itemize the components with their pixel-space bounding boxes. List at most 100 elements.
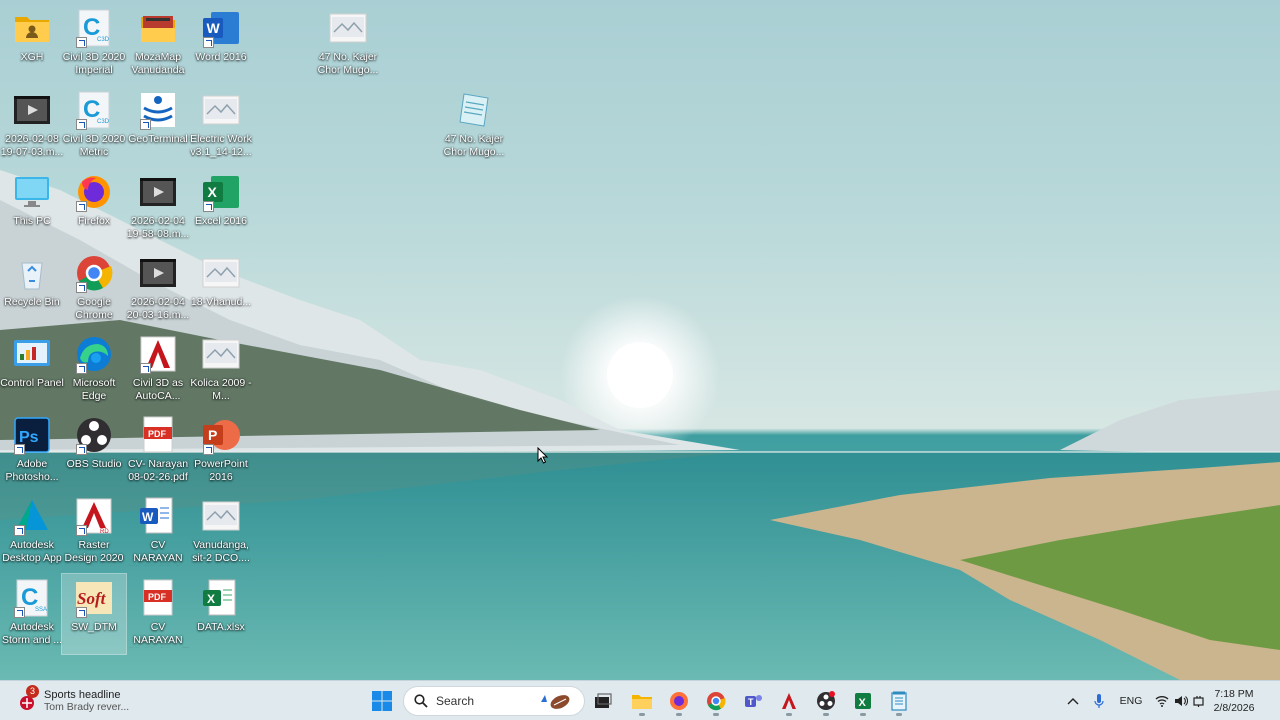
desktop-icon-label: MozaMap Vanudanda xyxy=(131,51,185,76)
desktop-icon-label: Raster Design 2020 on Aut... xyxy=(64,539,124,566)
desktop-icon[interactable]: 47 No. Kajer Chor Mugo... xyxy=(316,4,380,84)
desktop-icon[interactable]: C C3D Civil 3D 2020 Imperial xyxy=(62,4,126,84)
excel-icon: X xyxy=(201,172,241,212)
desktop-icon[interactable]: Civil 3D as AutoCA... xyxy=(126,330,190,410)
news-widget[interactable]: 3 Sports headline Tom Brady rever... xyxy=(16,685,156,717)
clock[interactable]: 7:18 PM 2/8/2026 xyxy=(1204,685,1264,717)
quick-settings-button[interactable] xyxy=(1152,685,1208,717)
svg-text:RD: RD xyxy=(100,529,109,535)
taskbar-file-explorer[interactable] xyxy=(626,685,658,717)
desktop-icon[interactable]: Firefox xyxy=(62,168,126,248)
desktop-icon[interactable]: 2026-02-04 19-58-08.m... xyxy=(126,168,190,248)
desktop-icon[interactable]: P PowerPoint 2016 xyxy=(189,411,253,491)
desktop-icon[interactable]: Google Chrome xyxy=(62,249,126,329)
image-file-icon xyxy=(201,496,241,536)
image-file-icon xyxy=(201,90,241,130)
desktop-icon-label: 47 No. Kajer Chor Mugo... xyxy=(317,51,379,76)
taskbar-notepad[interactable] xyxy=(883,685,915,717)
desktop-icon-label: Civil 3D as AutoCA... xyxy=(132,377,184,402)
start-button[interactable] xyxy=(366,685,398,717)
desktop-icon[interactable]: XGH xyxy=(0,4,64,84)
desktop-icon[interactable]: C SSA Autodesk Storm and ... xyxy=(0,574,64,654)
desktop-icon[interactable]: Vanudanga, sit-2 DCO.... xyxy=(189,492,253,572)
desktop-icon-label: 2026-02-04 19-58-08.m... xyxy=(126,215,190,240)
desktop-icon[interactable]: This PC xyxy=(0,168,64,248)
volume-icon xyxy=(1175,696,1188,706)
edge-icon xyxy=(74,334,114,374)
desktop-icon[interactable]: Autodesk Desktop App xyxy=(0,492,64,572)
desktop-icon[interactable]: Recycle Bin xyxy=(0,249,64,329)
svg-text:C3D: C3D xyxy=(97,119,110,125)
notepad-file-icon xyxy=(454,90,494,130)
news-headline: Sports headline xyxy=(44,689,121,701)
desktop-icon[interactable]: X DATA.xlsx xyxy=(189,574,253,654)
taskbar-firefox[interactable] xyxy=(663,685,695,717)
desktop-icon[interactable]: 47 No. Kajer Chor Mugo... xyxy=(442,86,506,166)
excel-icon: X xyxy=(855,693,871,709)
taskbar-autocad[interactable] xyxy=(773,685,805,717)
desktop-icon-label: CV NARAYAN 20-01-26.pdf xyxy=(128,621,188,648)
taskbar-teams[interactable]: T xyxy=(737,685,769,717)
taskbar-excel[interactable]: X xyxy=(847,685,879,717)
word-icon: W xyxy=(201,8,241,48)
microphone-icon xyxy=(1094,694,1104,708)
desktop-icon[interactable]: 18-Vhanud... xyxy=(189,249,253,329)
teams-icon: T xyxy=(745,695,762,707)
desktop-icon[interactable]: Control Panel xyxy=(0,330,64,410)
firefox-icon xyxy=(670,692,688,710)
taskbar: 3 Sports headline Tom Brady rever... Sea… xyxy=(0,680,1280,720)
desktop-icon[interactable]: PDF CV NARAYAN 20-01-26.pdf xyxy=(126,574,190,654)
desktop-icon-label: Civil 3D 2020 Imperial xyxy=(62,51,126,76)
svg-text:PDF: PDF xyxy=(148,592,167,602)
desktop-icon[interactable]: 2026-02-04 20-03-16.m... xyxy=(126,249,190,329)
geoterminal-icon xyxy=(138,90,178,130)
task-view-button[interactable] xyxy=(587,685,619,717)
desktop-icon[interactable]: C C3D Civil 3D 2020 Metric xyxy=(62,86,126,166)
language-indicator[interactable]: ENG xyxy=(1116,685,1146,717)
desktop-icon[interactable]: OBS Studio xyxy=(62,411,126,491)
search-icon xyxy=(414,694,428,708)
svg-text:C3D: C3D xyxy=(97,37,110,43)
desktop-icon[interactable]: 2026-02-08 19-07-03.m... xyxy=(0,86,64,166)
desktop-icon-label: 47 No. Kajer Chor Mugo... xyxy=(443,133,505,158)
desktop-icon[interactable]: Microsoft Edge xyxy=(62,330,126,410)
svg-text:W: W xyxy=(142,510,154,524)
taskbar-obs[interactable] xyxy=(810,685,842,717)
task-view-icon xyxy=(595,693,612,708)
video-file-icon xyxy=(138,253,178,293)
desktop-icon-label: SW_DTM xyxy=(71,621,117,633)
civil3d-icon: C C3D xyxy=(74,90,114,130)
folder-image-icon xyxy=(138,8,178,48)
obs-icon xyxy=(74,415,114,455)
desktop-icon[interactable]: RD Raster Design 2020 on Aut... xyxy=(62,492,126,572)
wifi-icon xyxy=(1155,696,1169,707)
desktop-icon[interactable]: Kolica 2009 -M... xyxy=(189,330,253,410)
svg-text:SSA: SSA xyxy=(35,607,47,613)
desktop-icon-label: Word 2016 xyxy=(195,51,247,63)
taskbar-chrome[interactable] xyxy=(700,685,732,717)
desktop-icon-label: 2026-02-04 20-03-16.m... xyxy=(126,296,190,321)
mouse-cursor-icon xyxy=(537,447,549,464)
clock-time: 7:18 PM xyxy=(1214,688,1254,700)
image-file-icon xyxy=(201,334,241,374)
desktop-icon-label: Autodesk Desktop App xyxy=(2,539,62,564)
desktop-icon[interactable]: X Excel 2016 xyxy=(189,168,253,248)
desktop-icon[interactable]: PDF CV- Narayan 08-02-26.pdf xyxy=(126,411,190,491)
control-panel-icon xyxy=(12,334,52,374)
desktop-icon[interactable]: MozaMap Vanudanda xyxy=(126,4,190,84)
desktop-icon[interactable]: W Word 2016 xyxy=(189,4,253,84)
pdf-icon: PDF xyxy=(138,415,178,455)
desktop-icon-label: Electric Work v3.1_14-12... xyxy=(190,133,252,158)
microphone-button[interactable] xyxy=(1090,685,1108,717)
autocad-icon xyxy=(782,693,796,709)
desktop-icon[interactable]: Ps Adobe Photosho... xyxy=(0,411,64,491)
desktop-icon-label: 2026-02-08 19-07-03.m... xyxy=(0,133,64,158)
chrome-icon xyxy=(707,692,726,711)
desktop-icon[interactable]: W CV NARAYAN 20-01-26.d... xyxy=(126,492,190,572)
desktop-icon[interactable]: Electric Work v3.1_14-12... xyxy=(189,86,253,166)
desktop-icon-label: Control Panel xyxy=(0,377,64,389)
desktop-icon[interactable]: Soft SW_DTM xyxy=(61,573,127,655)
tray-overflow-button[interactable] xyxy=(1064,685,1082,717)
desktop-icon[interactable]: GeoTerminal xyxy=(126,86,190,166)
taskbar-search[interactable]: Search xyxy=(403,686,585,716)
